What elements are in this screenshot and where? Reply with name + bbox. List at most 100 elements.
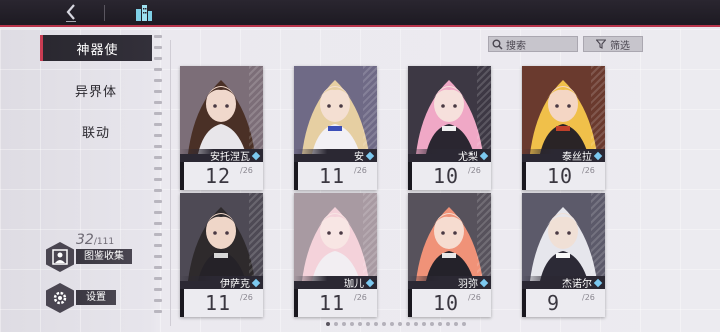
page-dot[interactable] — [382, 322, 386, 326]
diamond-icon — [251, 151, 261, 160]
character-name: 尤梨 — [458, 152, 478, 163]
tab-otherworld[interactable]: 异界体 — [40, 77, 152, 103]
tab-label: 异界体 — [74, 84, 117, 100]
page-dot[interactable] — [374, 322, 378, 326]
page-dot[interactable] — [430, 322, 434, 326]
page-dot[interactable] — [390, 322, 394, 326]
name-bar: 尤梨 — [408, 149, 491, 163]
page-dot[interactable] — [334, 322, 338, 326]
entry-max: /26 — [354, 166, 367, 175]
character-card[interactable]: 安托涅瓦 12/26 — [180, 66, 263, 190]
binding-ring — [154, 288, 162, 291]
name-bar: 安托涅瓦 — [180, 149, 263, 163]
divider — [170, 40, 171, 326]
tab-label: 神器使 — [76, 42, 119, 58]
card-stripe — [249, 193, 263, 281]
binding-ring — [154, 200, 162, 203]
character-name: 安 — [354, 152, 364, 163]
page-dot[interactable] — [422, 322, 426, 326]
page-dot[interactable] — [326, 322, 330, 326]
city-buildings-icon — [136, 5, 152, 21]
page-dot[interactable] — [358, 322, 362, 326]
portrait-icon — [52, 249, 68, 265]
card-stripe — [477, 66, 491, 154]
character-card[interactable]: 泰丝拉 10/26 — [522, 66, 605, 190]
page-dot[interactable] — [342, 322, 346, 326]
collection-label: 图鉴收集 — [76, 249, 132, 264]
entry-count: 11 — [205, 291, 232, 315]
entry-max: /26 — [582, 166, 595, 175]
collection-hex-icon — [46, 242, 74, 272]
diamond-icon — [365, 151, 375, 160]
top-bar — [0, 0, 720, 27]
chevron-left-icon — [66, 4, 76, 23]
divider — [104, 5, 105, 21]
card-stripe — [477, 193, 491, 281]
notebook-binding — [153, 35, 163, 325]
collection-total: /111 — [93, 237, 115, 247]
character-card[interactable]: 珈儿 11/26 — [294, 193, 377, 317]
binding-ring — [154, 299, 162, 302]
page-dot[interactable] — [406, 322, 410, 326]
back-button[interactable] — [64, 2, 78, 27]
gear-icon — [53, 291, 67, 305]
character-card[interactable]: 尤梨 10/26 — [408, 66, 491, 190]
settings-button[interactable]: 设置 — [46, 283, 126, 315]
binding-ring — [154, 123, 162, 126]
card-stripe — [591, 193, 605, 281]
character-name: 杰诺尔 — [562, 279, 592, 290]
tab-artifact-users[interactable]: 神器使 — [40, 35, 152, 61]
character-name: 泰丝拉 — [562, 152, 592, 163]
entry-count: 11 — [319, 164, 346, 188]
character-card[interactable]: 伊萨克 11/26 — [180, 193, 263, 317]
binding-ring — [154, 46, 162, 49]
binding-ring — [154, 79, 162, 82]
collection-current: 32 — [76, 232, 94, 248]
page-dot[interactable] — [454, 322, 458, 326]
card-corner — [294, 289, 298, 317]
binding-ring — [154, 178, 162, 181]
page-dot[interactable] — [366, 322, 370, 326]
card-corner — [522, 289, 526, 317]
binding-ring — [154, 167, 162, 170]
entry-count: 10 — [433, 164, 460, 188]
character-card[interactable]: 羽弥 10/26 — [408, 193, 491, 317]
entry-count: 10 — [433, 291, 460, 315]
entry-max: /26 — [240, 166, 253, 175]
character-card[interactable]: 安 11/26 — [294, 66, 377, 190]
page-dot[interactable] — [462, 322, 466, 326]
card-corner — [408, 289, 412, 317]
name-bar: 伊萨克 — [180, 276, 263, 290]
entry-max: /26 — [582, 293, 595, 302]
diamond-icon — [365, 278, 375, 287]
card-corner — [522, 162, 526, 190]
gear-hex-icon — [46, 283, 74, 313]
codex-collection[interactable]: 32/111 图鉴收集 — [46, 232, 156, 272]
page-dot[interactable] — [438, 322, 442, 326]
entry-count: 10 — [547, 164, 574, 188]
binding-ring — [154, 35, 162, 38]
name-bar: 安 — [294, 149, 377, 163]
binding-ring — [154, 211, 162, 214]
binding-ring — [154, 222, 162, 225]
binding-ring — [154, 112, 162, 115]
page-indicator — [326, 322, 466, 328]
home-button[interactable] — [134, 3, 154, 23]
entry-count: 9 — [547, 291, 561, 315]
tab-collab[interactable]: 联动 — [40, 118, 152, 144]
character-card[interactable]: 杰诺尔 9/26 — [522, 193, 605, 317]
page-dot[interactable] — [414, 322, 418, 326]
card-stripe — [363, 193, 377, 281]
page-dot[interactable] — [446, 322, 450, 326]
search-button[interactable]: 搜索 — [488, 36, 578, 52]
binding-ring — [154, 134, 162, 137]
page-dot[interactable] — [350, 322, 354, 326]
card-corner — [180, 162, 184, 190]
card-stripe — [249, 66, 263, 154]
diamond-icon — [251, 278, 261, 287]
search-label: 搜索 — [506, 40, 526, 52]
page-dot[interactable] — [398, 322, 402, 326]
filter-button[interactable]: 筛选 — [583, 36, 643, 52]
name-bar: 羽弥 — [408, 276, 491, 290]
name-bar: 泰丝拉 — [522, 149, 605, 163]
